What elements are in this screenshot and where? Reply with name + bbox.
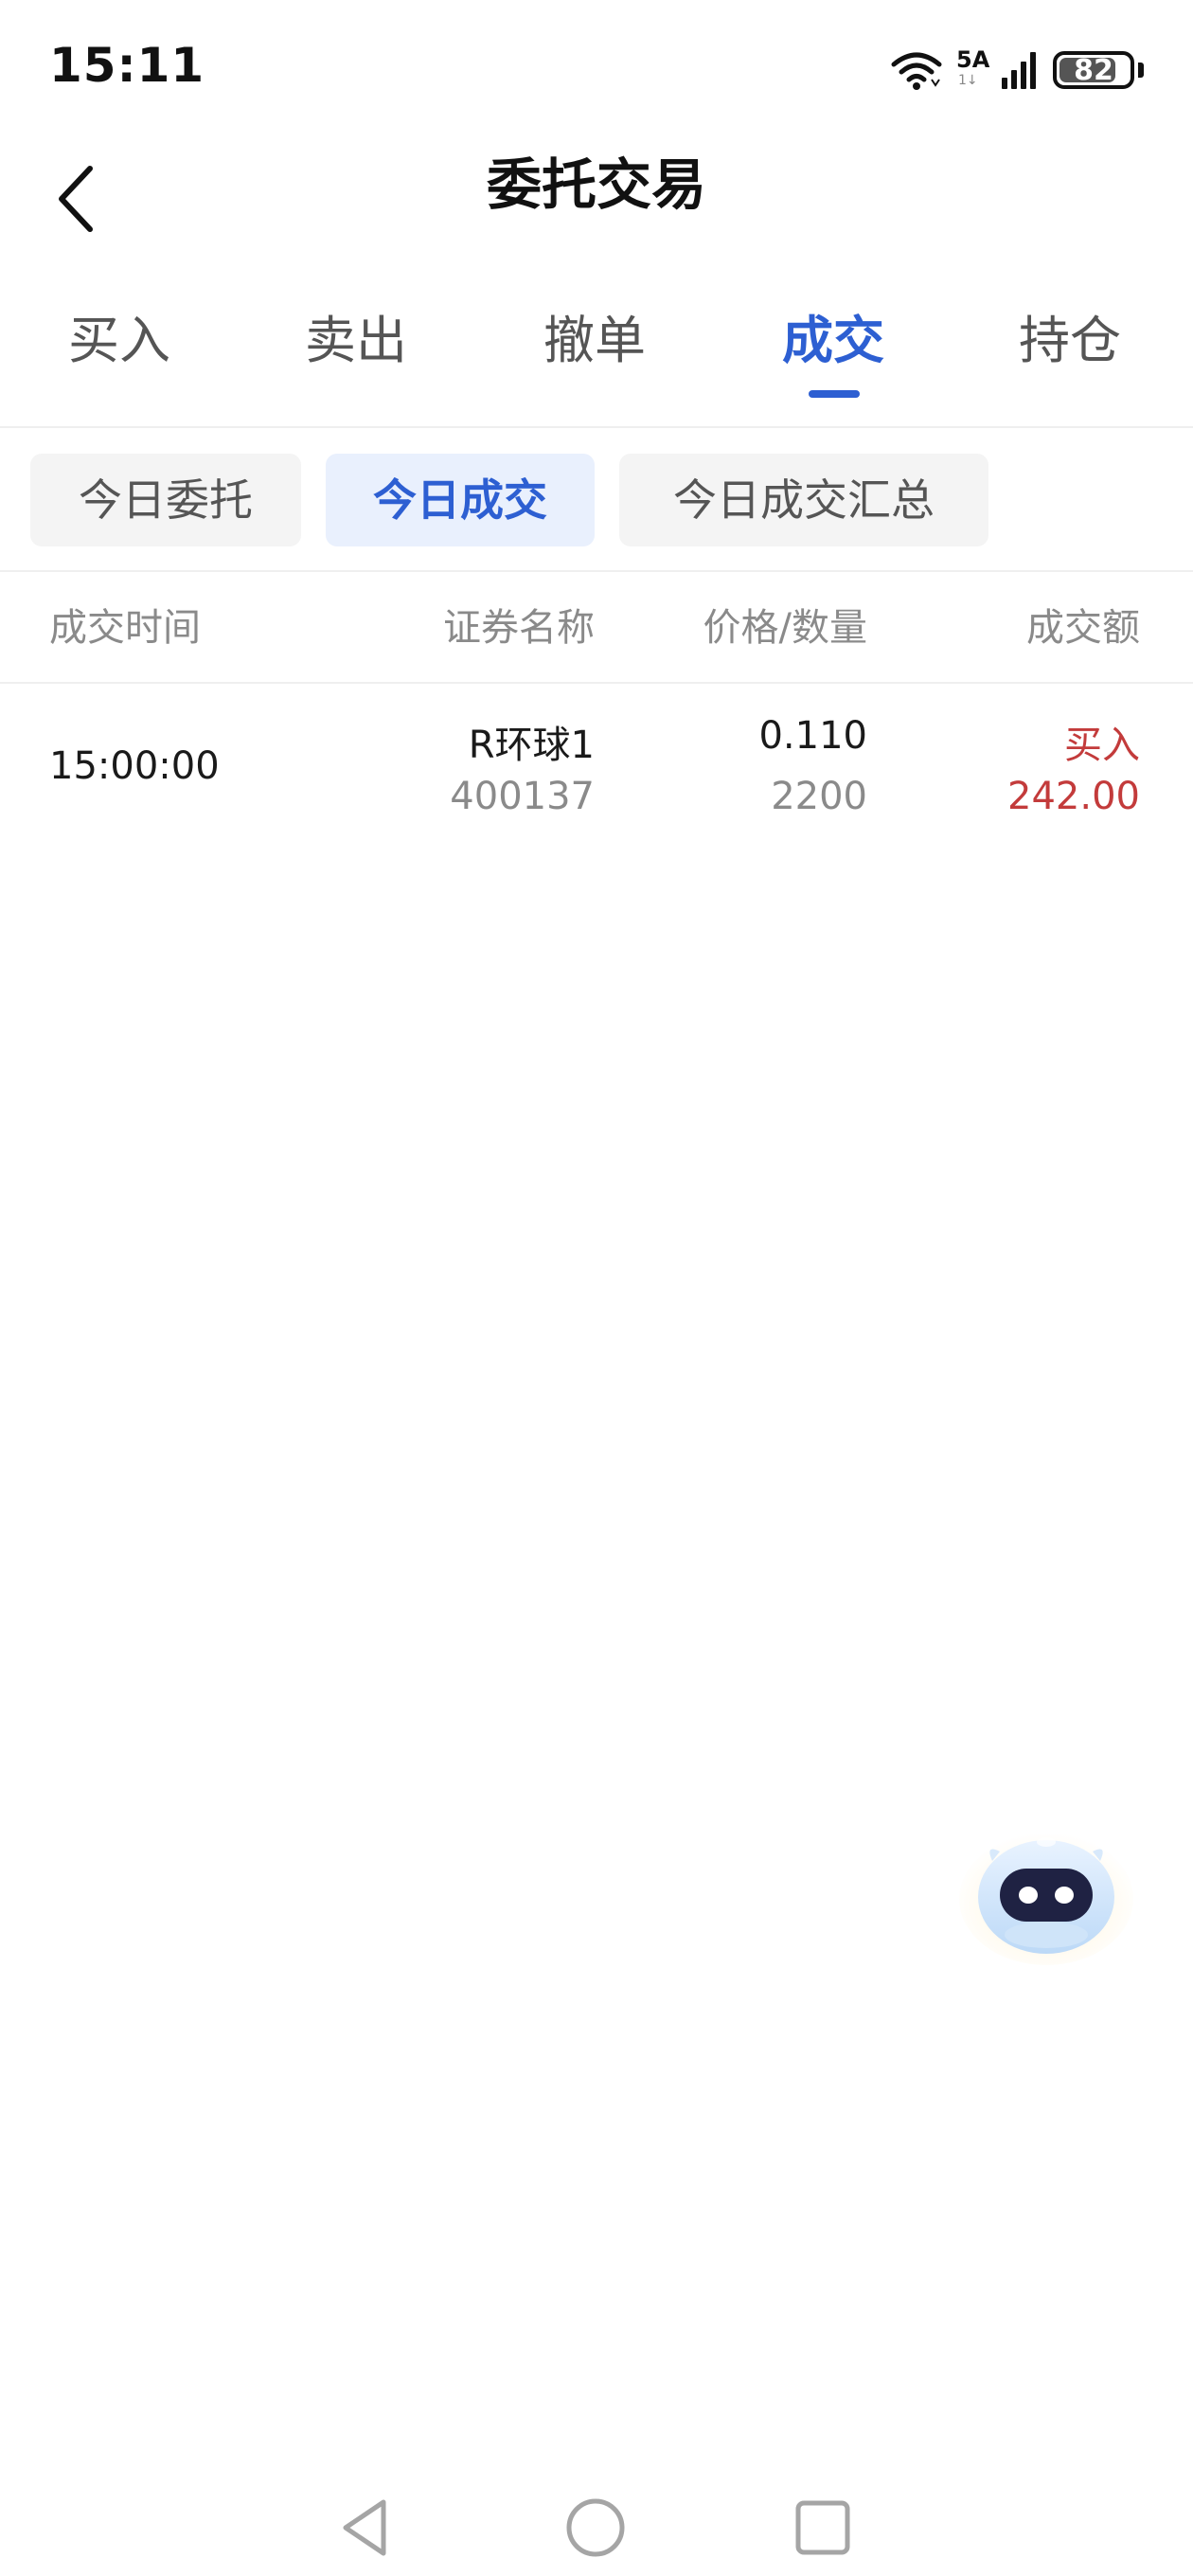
- active-tab-indicator: [809, 390, 860, 398]
- trade-quantity: 2200: [771, 775, 867, 818]
- battery-level: 82: [1074, 53, 1113, 87]
- main-tab-bar: 买入 卖出 撤单 成交 持仓: [0, 284, 1193, 428]
- sub-tab-bar: 今日委托 今日成交 今日成交汇总: [0, 428, 1193, 572]
- subtab-today-deals-summary[interactable]: 今日成交汇总: [619, 454, 988, 546]
- nav-home-button[interactable]: [553, 2485, 638, 2570]
- status-time: 15:11: [49, 38, 205, 93]
- nav-home-icon: [566, 2498, 625, 2557]
- nav-back-button[interactable]: [322, 2485, 407, 2570]
- subtab-today-orders[interactable]: 今日委托: [30, 454, 301, 546]
- column-header-name: 证券名称: [443, 606, 595, 650]
- network-type: 5A 1↓: [956, 46, 990, 94]
- trade-direction: 买入: [1064, 724, 1140, 767]
- status-bar: 15:11 5A 1↓ 82: [0, 0, 1193, 142]
- battery-cap: [1138, 63, 1144, 78]
- robot-assistant-icon: [959, 1833, 1133, 1965]
- system-nav-bar: [0, 2481, 1193, 2576]
- tab-sell[interactable]: 卖出: [252, 303, 460, 379]
- trade-amount: 242.00: [1007, 775, 1140, 818]
- trade-time: 15:00:00: [49, 744, 220, 788]
- assistant-button[interactable]: [956, 1823, 1136, 1965]
- column-header-time: 成交时间: [49, 606, 201, 650]
- signal-icon: [1002, 52, 1036, 89]
- column-header-amount: 成交额: [1026, 606, 1140, 650]
- security-name: R环球1: [468, 724, 595, 767]
- trade-price: 0.110: [758, 714, 867, 758]
- column-header-price-qty: 价格/数量: [703, 606, 867, 650]
- table-header: 成交时间 证券名称 价格/数量 成交额: [0, 572, 1193, 684]
- battery-icon: 82: [1053, 51, 1134, 89]
- table-row[interactable]: 15:00:00 R环球1 400137 0.110 2200 买入 242.0…: [0, 684, 1193, 854]
- tab-holdings[interactable]: 持仓: [966, 303, 1174, 379]
- nav-back-icon: [343, 2499, 386, 2556]
- tab-deals[interactable]: 成交: [729, 303, 937, 379]
- tab-buy[interactable]: 买入: [15, 303, 223, 379]
- status-icons: 5A 1↓ 82: [890, 44, 1144, 97]
- security-code: 400137: [450, 775, 595, 818]
- wifi-icon: [891, 52, 942, 90]
- page-title: 委托交易: [486, 152, 706, 217]
- tab-cancel[interactable]: 撤单: [490, 303, 699, 379]
- nav-recents-button[interactable]: [780, 2485, 865, 2570]
- app-header: 委托交易: [0, 142, 1193, 284]
- network-label: 5A: [956, 46, 990, 73]
- network-sub-label: 1↓: [958, 73, 978, 88]
- subtab-today-deals[interactable]: 今日成交: [326, 454, 595, 546]
- nav-recents-icon: [795, 2500, 850, 2555]
